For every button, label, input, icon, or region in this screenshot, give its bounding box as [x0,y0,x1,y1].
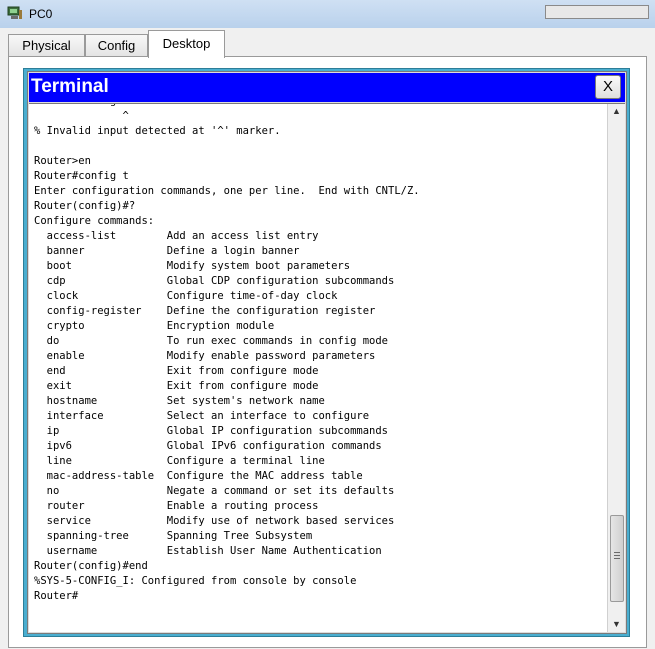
terminal-line: %SYS-5-CONFIG_I: Configured from console… [34,575,357,587]
terminal-line: Router#config t [34,170,129,182]
window-body: Physical Config Desktop Terminal X Route… [0,28,655,649]
terminal-line: router Enable a routing process [34,500,319,512]
terminal-line: ip Global IP configuration subcommands [34,425,389,437]
scroll-up-arrow-icon[interactable]: ▲ [608,104,625,119]
close-button[interactable]: X [595,75,621,99]
titlebar-progress [545,5,649,19]
terminal-line: % Invalid input detected at '^' marker. [34,125,281,137]
terminal-line: boot Modify system boot parameters [34,260,351,272]
grip-icon [614,552,620,561]
terminal-line: line Configure a terminal line [34,455,325,467]
terminal-line: banner Define a login banner [34,245,300,257]
tab-config[interactable]: Config [85,34,148,57]
terminal-line: crypto Encryption module [34,320,275,332]
terminal-line: spanning-tree Spanning Tree Subsystem [34,530,313,542]
terminal-line: ^ [34,110,129,122]
scroll-down-arrow-icon[interactable]: ▼ [608,617,625,632]
tab-panel-desktop: Terminal X Router>config t ^ % Invalid i… [8,56,647,648]
terminal-window: Terminal X Router>config t ^ % Invalid i… [27,71,627,634]
terminal-text: Router>config t ^ % Invalid input detect… [34,104,604,604]
terminal-output-area[interactable]: Router>config t ^ % Invalid input detect… [29,103,625,632]
terminal-line: Router(config)#end [34,560,148,572]
window-titlebar: PC0 [0,0,655,29]
terminal-line: Configure commands: [34,215,155,227]
terminal-line: config-register Define the configuration… [34,305,376,317]
tab-physical[interactable]: Physical [8,34,85,57]
terminal-scrollbar[interactable]: ▲ ▼ [607,104,625,632]
terminal-line: no Negate a command or set its defaults [34,485,395,497]
tab-desktop[interactable]: Desktop [148,30,225,58]
pc-icon [7,6,22,19]
terminal-line: Router# [34,590,79,602]
scrollbar-thumb[interactable] [610,515,624,602]
terminal-line: service Modify use of network based serv… [34,515,395,527]
terminal-line: clock Configure time-of-day clock [34,290,338,302]
terminal-line: end Exit from configure mode [34,365,319,377]
terminal-line: exit Exit from configure mode [34,380,319,392]
terminal-line: interface Select an interface to configu… [34,410,370,422]
terminal-line: access-list Add an access list entry [34,230,319,242]
terminal-line: ipv6 Global IPv6 configuration commands [34,440,382,452]
terminal-line: mac-address-table Configure the MAC addr… [34,470,363,482]
terminal-line: cdp Global CDP configuration subcommands [34,275,395,287]
terminal-line: hostname Set system's network name [34,395,325,407]
terminal-title: Terminal [31,76,109,97]
terminal-line: Router>config t [34,104,129,107]
desktop-area: Terminal X Router>config t ^ % Invalid i… [23,68,630,637]
terminal-line: Router>en [34,155,91,167]
terminal-line: enable Modify enable password parameters [34,350,376,362]
terminal-header: Terminal X [29,73,625,102]
terminal-line: Enter configuration commands, one per li… [34,185,420,197]
window-title: PC0 [29,7,53,21]
terminal-line: do To run exec commands in config mode [34,335,389,347]
terminal-line: Router(config)#? [34,200,136,212]
terminal-line: username Establish User Name Authenticat… [34,545,382,557]
